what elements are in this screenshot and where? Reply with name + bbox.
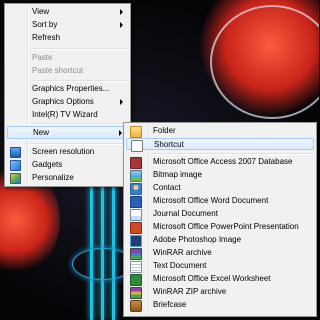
word-icon bbox=[130, 196, 142, 208]
access-icon bbox=[130, 157, 142, 169]
menu-item-label: Microsoft Office Word Document bbox=[153, 196, 269, 205]
briefcase-icon bbox=[130, 300, 142, 312]
menu-separator bbox=[151, 153, 314, 155]
gadgets-icon bbox=[10, 160, 21, 171]
menu-item-gadgets[interactable]: Gadgets bbox=[7, 159, 128, 171]
submenu-arrow-icon bbox=[120, 9, 123, 15]
menu-item-graphics-options[interactable]: Graphics Options bbox=[7, 96, 128, 107]
menu-item-label: Screen resolution bbox=[32, 147, 95, 156]
menu-item-label: Paste bbox=[32, 53, 53, 62]
menu-item-label: Refresh bbox=[32, 33, 61, 42]
menu-item-label: Graphics Options bbox=[32, 97, 94, 106]
menu-item-label: Paste shortcut bbox=[32, 66, 84, 75]
menu-separator bbox=[30, 143, 128, 145]
menu-item-screen-resolution[interactable]: Screen resolution bbox=[7, 146, 128, 158]
menu-separator bbox=[30, 48, 128, 50]
winrar-icon bbox=[130, 248, 142, 260]
menu-item-new[interactable]: New bbox=[7, 126, 128, 139]
new-item-access-database[interactable]: Microsoft Office Access 2007 Database bbox=[126, 156, 314, 169]
menu-item-label: New bbox=[33, 128, 50, 137]
new-item-word-document[interactable]: Microsoft Office Word Document bbox=[126, 195, 314, 208]
screen-resolution-icon bbox=[10, 147, 21, 158]
new-item-powerpoint-presentation[interactable]: Microsoft Office PowerPoint Presentation bbox=[126, 221, 314, 234]
powerpoint-icon bbox=[130, 222, 142, 234]
menu-item-label: Graphics Properties... bbox=[32, 84, 110, 93]
menu-item-label: Adobe Photoshop Image bbox=[153, 235, 242, 244]
menu-item-label: Sort by bbox=[32, 20, 58, 29]
menu-item-label: WinRAR archive bbox=[153, 248, 212, 257]
menu-item-refresh[interactable]: Refresh bbox=[7, 32, 128, 43]
desktop-context-menu: View Sort by Refresh Paste Paste shortcu… bbox=[4, 3, 131, 187]
new-item-briefcase[interactable]: Briefcase bbox=[126, 299, 314, 312]
menu-separator bbox=[30, 123, 128, 125]
text-document-icon bbox=[130, 261, 142, 273]
new-item-winrar-archive[interactable]: WinRAR archive bbox=[126, 247, 314, 260]
menu-item-view[interactable]: View bbox=[7, 6, 128, 17]
shortcut-icon bbox=[131, 140, 143, 152]
menu-item-label: Microsoft Office PowerPoint Presentation bbox=[153, 222, 299, 231]
menu-item-label: Briefcase bbox=[153, 300, 187, 309]
menu-item-paste-shortcut[interactable]: Paste shortcut bbox=[7, 65, 128, 76]
journal-icon bbox=[130, 209, 142, 221]
new-item-text-document[interactable]: Text Document bbox=[126, 260, 314, 273]
menu-item-label: Journal Document bbox=[153, 209, 218, 218]
submenu-arrow-icon bbox=[119, 130, 122, 136]
menu-item-label: Folder bbox=[153, 126, 176, 135]
folder-icon bbox=[130, 126, 142, 138]
menu-item-graphics-properties[interactable]: Graphics Properties... bbox=[7, 83, 128, 94]
menu-item-label: Contact bbox=[153, 183, 181, 192]
menu-separator bbox=[30, 80, 128, 82]
menu-item-label: WinRAR ZIP archive bbox=[153, 287, 227, 296]
new-item-excel-worksheet[interactable]: Microsoft Office Excel Worksheet bbox=[126, 273, 314, 286]
new-item-shortcut[interactable]: Shortcut bbox=[126, 138, 314, 152]
menu-item-paste[interactable]: Paste bbox=[7, 52, 128, 63]
submenu-arrow-icon bbox=[120, 99, 123, 105]
menu-item-label: Text Document bbox=[153, 261, 207, 270]
new-submenu: Folder Shortcut Microsoft Office Access … bbox=[123, 122, 317, 317]
winrar-zip-icon bbox=[130, 287, 142, 299]
bitmap-icon bbox=[130, 170, 142, 182]
photoshop-icon bbox=[130, 235, 142, 247]
menu-item-label: Personalize bbox=[32, 173, 74, 182]
menu-item-label: Shortcut bbox=[154, 140, 184, 149]
menu-item-label: Bitmap image bbox=[153, 170, 202, 179]
new-item-winrar-zip-archive[interactable]: WinRAR ZIP archive bbox=[126, 286, 314, 299]
excel-icon bbox=[130, 274, 142, 286]
new-item-bitmap-image[interactable]: Bitmap image bbox=[126, 169, 314, 182]
menu-item-label: View bbox=[32, 7, 50, 16]
menu-item-label: Gadgets bbox=[32, 160, 63, 169]
menu-item-intel-tv-wizard[interactable]: Intel(R) TV Wizard bbox=[7, 109, 128, 120]
menu-item-label: Microsoft Office Excel Worksheet bbox=[153, 274, 271, 283]
personalize-icon bbox=[10, 173, 21, 184]
new-item-photoshop-image[interactable]: Adobe Photoshop Image bbox=[126, 234, 314, 247]
contact-icon bbox=[130, 183, 142, 195]
new-item-journal-document[interactable]: Journal Document bbox=[126, 208, 314, 221]
menu-item-label: Intel(R) TV Wizard bbox=[32, 110, 98, 119]
new-item-folder[interactable]: Folder bbox=[126, 125, 314, 138]
new-item-contact[interactable]: Contact bbox=[126, 182, 314, 195]
menu-item-sort-by[interactable]: Sort by bbox=[7, 19, 128, 30]
wallpaper-swirl bbox=[210, 5, 319, 119]
submenu-arrow-icon bbox=[120, 22, 123, 28]
menu-item-label: Microsoft Office Access 2007 Database bbox=[153, 157, 293, 166]
menu-item-personalize[interactable]: Personalize bbox=[7, 172, 128, 184]
